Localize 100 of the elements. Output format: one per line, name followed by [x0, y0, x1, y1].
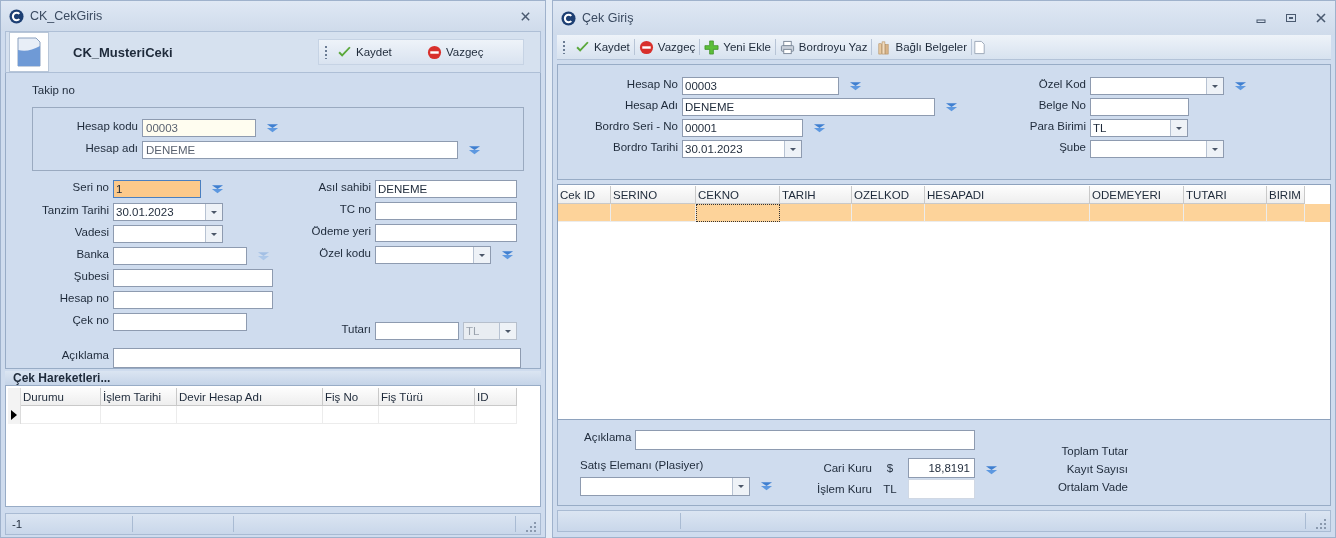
- save-button[interactable]: Kaydet: [571, 36, 634, 58]
- text-field[interactable]: [375, 224, 517, 242]
- dropdown-field[interactable]: TL: [1090, 119, 1188, 137]
- field-label: Banka: [75, 247, 109, 261]
- cancel-button[interactable]: Vazgeç: [423, 41, 513, 63]
- text-field[interactable]: 00001: [682, 119, 803, 137]
- text-field[interactable]: DENEME: [142, 141, 458, 159]
- text-field[interactable]: [375, 202, 517, 220]
- lookup-icon[interactable]: [849, 81, 862, 91]
- field-label: Hesap Adı: [623, 98, 678, 112]
- form-title: CK_MusteriCeki: [73, 44, 174, 60]
- resize-grip-icon[interactable]: [526, 522, 536, 532]
- dropdown-button[interactable]: [1170, 120, 1187, 136]
- column-header[interactable]: İşlem Tarihi: [101, 388, 177, 406]
- dropdown-button[interactable]: [732, 478, 749, 495]
- dropdown-button[interactable]: [1206, 78, 1223, 94]
- column-header[interactable]: TARIH: [780, 186, 852, 204]
- column-header[interactable]: ODEMEYERI: [1090, 186, 1184, 204]
- lookup-icon[interactable]: [266, 123, 279, 133]
- field-label: Çek no: [71, 313, 109, 327]
- field-label: Ödeme yeri: [310, 224, 371, 238]
- column-header[interactable]: ID: [475, 388, 517, 406]
- text-field[interactable]: [1090, 98, 1189, 116]
- window-title: CK_CekGiris: [30, 9, 104, 23]
- dropdown-field[interactable]: [1090, 140, 1224, 158]
- field-label: Özel kodu: [318, 246, 371, 260]
- text-field[interactable]: [908, 479, 975, 499]
- date-field[interactable]: [113, 225, 223, 243]
- text-field[interactable]: 18,8191: [908, 458, 975, 478]
- text-field[interactable]: 00003: [682, 77, 839, 95]
- dropdown-button[interactable]: [784, 141, 801, 157]
- app-logo-icon: [561, 10, 576, 26]
- page-icon[interactable]: [972, 39, 988, 55]
- dropdown-field[interactable]: [1090, 77, 1224, 95]
- status-text: -1: [11, 518, 24, 530]
- field-label: Hesap kodu: [75, 119, 138, 133]
- field-label: Hesap No: [625, 77, 678, 91]
- lookup-icon[interactable]: [1234, 81, 1247, 91]
- column-header[interactable]: BIRIM: [1267, 186, 1305, 204]
- column-header[interactable]: SERINO: [611, 186, 696, 204]
- text-field[interactable]: [113, 247, 247, 265]
- field-label: Şube: [1058, 140, 1086, 154]
- column-header[interactable]: HESAPADI: [925, 186, 1090, 204]
- text-field[interactable]: [635, 430, 976, 450]
- field-label: Takip no: [32, 83, 76, 97]
- add-button[interactable]: Yeni Ekle: [700, 36, 775, 58]
- text-field[interactable]: DENEME: [682, 98, 935, 116]
- lookup-icon[interactable]: [760, 481, 773, 491]
- dropdown-button[interactable]: [205, 226, 222, 242]
- column-header[interactable]: TUTARI: [1184, 186, 1267, 204]
- lookup-icon[interactable]: [468, 145, 481, 155]
- column-header[interactable]: Devir Hesap Adı: [177, 388, 323, 406]
- field-label: Tutarı: [340, 322, 371, 336]
- dropdown-button[interactable]: [473, 247, 490, 263]
- text-field[interactable]: [113, 269, 273, 287]
- summary-label: Kayıt Sayısı: [1066, 462, 1128, 476]
- summary-label: Ortalam Vade: [1057, 480, 1128, 494]
- save-button[interactable]: Kaydet: [333, 41, 423, 63]
- field-label: Açıklama: [584, 430, 632, 444]
- column-header[interactable]: Cek ID: [558, 186, 611, 204]
- close-icon[interactable]: [1315, 12, 1327, 24]
- column-header[interactable]: OZELKOD: [852, 186, 925, 204]
- text-field[interactable]: [113, 291, 273, 309]
- field-label: Hesap adı: [84, 141, 138, 155]
- lookup-icon[interactable]: [211, 184, 224, 194]
- text-field[interactable]: [113, 348, 521, 368]
- dropdown-button[interactable]: [205, 204, 222, 220]
- lookup-icon[interactable]: [813, 123, 826, 133]
- field-label: Şubesi: [72, 269, 109, 283]
- field-label: Cari Kuru: [822, 461, 872, 475]
- text-field[interactable]: 00003: [142, 119, 256, 137]
- field-label: Para Birimi: [1028, 119, 1086, 133]
- dropdown-button[interactable]: [1206, 141, 1223, 157]
- text-field[interactable]: 1: [113, 180, 201, 198]
- column-header[interactable]: Fiş No: [323, 388, 379, 406]
- dropdown-field[interactable]: [375, 246, 491, 264]
- field-label: İşlem Kuru: [816, 482, 872, 496]
- lookup-icon[interactable]: [985, 465, 998, 475]
- lookup-icon[interactable]: [945, 102, 958, 112]
- dropdown-field[interactable]: [580, 477, 750, 496]
- cancel-icon: [427, 44, 442, 60]
- column-header[interactable]: Durumu: [21, 388, 101, 406]
- field-label: Bordro Tarihi: [612, 140, 678, 154]
- column-header[interactable]: CEKNO: [696, 186, 780, 204]
- resize-grip-icon[interactable]: [1316, 519, 1326, 529]
- close-icon[interactable]: [520, 10, 531, 22]
- field-label: Satış Elemanı (Plasiyer): [580, 458, 705, 472]
- field-label: Hesap no: [58, 291, 109, 305]
- attachments-button[interactable]: Bağlı Belgeler: [872, 36, 972, 58]
- text-field[interactable]: [375, 322, 459, 340]
- text-field[interactable]: [113, 313, 247, 331]
- column-header[interactable]: Fiş Türü: [379, 388, 475, 406]
- lookup-icon[interactable]: [501, 250, 514, 260]
- restore-icon[interactable]: [1285, 12, 1297, 24]
- print-button[interactable]: Bordroyu Yaz: [775, 36, 872, 58]
- cancel-button[interactable]: Vazgeç: [634, 36, 700, 58]
- date-field[interactable]: 30.01.2023: [113, 203, 223, 221]
- field-label: Vadesi: [73, 225, 109, 239]
- date-field[interactable]: 30.01.2023: [682, 140, 802, 158]
- text-field[interactable]: DENEME: [375, 180, 517, 198]
